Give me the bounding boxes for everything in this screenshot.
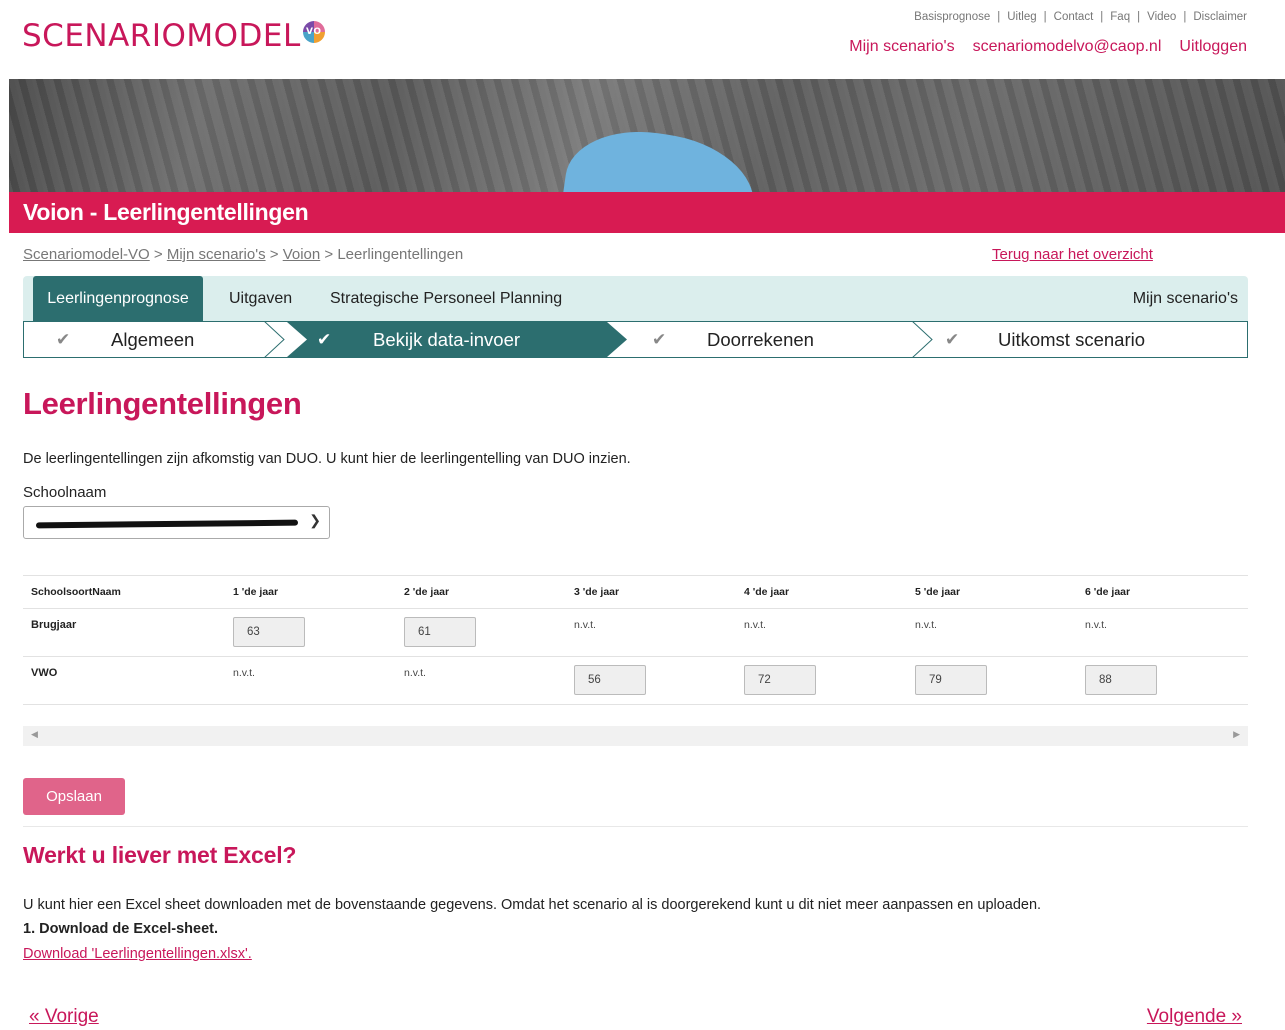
logout-link[interactable]: Uitloggen [1179, 38, 1247, 56]
redacted-value [35, 519, 299, 529]
tab-my-scenarios[interactable]: Mijn scenario's [1133, 276, 1238, 321]
top-links: Basisprognose | Uitleg | Contact | Faq | Vid… [914, 11, 1247, 23]
logo-text: SCENARIOMODEL [22, 18, 301, 54]
student-count-input[interactable]: 63 [233, 617, 305, 647]
chevron-down-icon: ❯ [309, 512, 321, 528]
row-label-vwo: VWO [31, 667, 58, 679]
divider [23, 826, 1248, 827]
check-icon: ✔ [56, 330, 71, 349]
not-applicable: n.v.t. [233, 667, 255, 679]
breadcrumb: Scenariomodel-VO > Mijn scenario's > Voi… [23, 246, 464, 263]
download-excel-link[interactable]: Download 'Leerlingentellingen.xlsx'. [23, 946, 252, 962]
excel-description: U kunt hier een Excel sheet downloaden m… [23, 897, 1042, 913]
main-tabs: Leerlingenprognose Uitgaven Strategische… [23, 276, 1248, 321]
top-link-disclaimer[interactable]: Disclaimer [1193, 11, 1247, 23]
user-links: Mijn scenario's scenariomodelvo@caop.nl … [849, 38, 1247, 56]
logo[interactable]: SCENARIOMODEL VO [22, 18, 325, 54]
user-email-link[interactable]: scenariomodelvo@caop.nl [973, 38, 1162, 56]
column-header: 4 'de jaar [744, 586, 790, 598]
step-chevron-icon [264, 322, 285, 357]
not-applicable: n.v.t. [404, 667, 426, 679]
breadcrumb-my-scenarios[interactable]: Mijn scenario's [167, 246, 266, 263]
save-button[interactable]: Opslaan [23, 778, 125, 815]
page-title: Voion - Leerlingentellingen [23, 199, 309, 225]
top-link-contact[interactable]: Contact [1054, 11, 1094, 23]
scroll-right-icon[interactable]: ▶ [1233, 729, 1240, 740]
intro-text: De leerlingentellingen zijn afkomstig va… [23, 451, 631, 467]
next-link[interactable]: Volgende » [1147, 1006, 1242, 1028]
breadcrumb-current: Leerlingentellingen [337, 246, 464, 263]
top-link-uitleg[interactable]: Uitleg [1007, 11, 1036, 23]
breadcrumb-home[interactable]: Scenariomodel-VO [23, 246, 150, 263]
not-applicable: n.v.t. [744, 619, 766, 631]
top-link-video[interactable]: Video [1147, 11, 1176, 23]
check-icon: ✔ [317, 330, 332, 349]
column-header: 5 'de jaar [915, 586, 961, 598]
logo-badge-icon: VO [302, 21, 325, 43]
student-count-input[interactable]: 61 [404, 617, 476, 647]
tab-leerlingenprognose[interactable]: Leerlingenprognose [33, 276, 203, 321]
not-applicable: n.v.t. [915, 619, 937, 631]
top-link-faq[interactable]: Faq [1110, 11, 1130, 23]
step-uitkomst-scenario[interactable]: ✔ Uitkomst scenario [912, 322, 1247, 357]
horizontal-scrollbar[interactable]: ◀ ▶ [23, 726, 1248, 746]
step-bekijk-data-invoer[interactable]: ✔ Bekijk data-invoer [287, 322, 627, 357]
student-count-input[interactable]: 56 [574, 665, 646, 695]
step-algemeen[interactable]: ✔ Algemeen [24, 322, 264, 357]
student-count-input[interactable]: 88 [1085, 665, 1157, 695]
wizard-steps: ✔ Algemeen ✔ Bekijk data-invoer ✔ Doorre… [23, 321, 1248, 358]
section-heading: Leerlingentellingen [23, 386, 302, 421]
step-doorrekenen[interactable]: ✔ Doorrekenen [627, 322, 912, 357]
excel-heading: Werkt u liever met Excel? [23, 842, 297, 868]
not-applicable: n.v.t. [574, 619, 596, 631]
back-to-overview-link[interactable]: Terug naar het overzicht [992, 246, 1153, 263]
check-icon: ✔ [652, 330, 667, 349]
breadcrumb-voion[interactable]: Voion [283, 246, 321, 263]
not-applicable: n.v.t. [1085, 619, 1107, 631]
school-name-label: Schoolnaam [23, 484, 107, 501]
check-icon: ✔ [945, 330, 960, 349]
scroll-left-icon[interactable]: ◀ [31, 729, 38, 740]
my-scenarios-link[interactable]: Mijn scenario's [849, 38, 954, 56]
excel-step-label: 1. Download de Excel-sheet. [23, 921, 218, 937]
column-header: 6 'de jaar [1085, 586, 1131, 598]
column-header: 2 'de jaar [404, 586, 450, 598]
banner-image [9, 79, 1285, 192]
previous-link[interactable]: « Vorige [29, 1006, 99, 1028]
top-link-basisprognose[interactable]: Basisprognose [914, 11, 990, 23]
tab-uitgaven[interactable]: Uitgaven [229, 276, 292, 321]
column-header: 1 'de jaar [233, 586, 279, 598]
student-count-input[interactable]: 79 [915, 665, 987, 695]
column-header: 3 'de jaar [574, 586, 620, 598]
row-label-brugjaar: Brugjaar [31, 619, 77, 631]
page-title-bar: Voion - Leerlingentellingen [9, 192, 1285, 233]
student-count-input[interactable]: 72 [744, 665, 816, 695]
tab-strategische-personeel-planning[interactable]: Strategische Personeel Planning [330, 276, 562, 321]
column-header: SchoolsoortNaam [31, 586, 121, 598]
school-name-select[interactable]: ❯ [23, 506, 330, 539]
